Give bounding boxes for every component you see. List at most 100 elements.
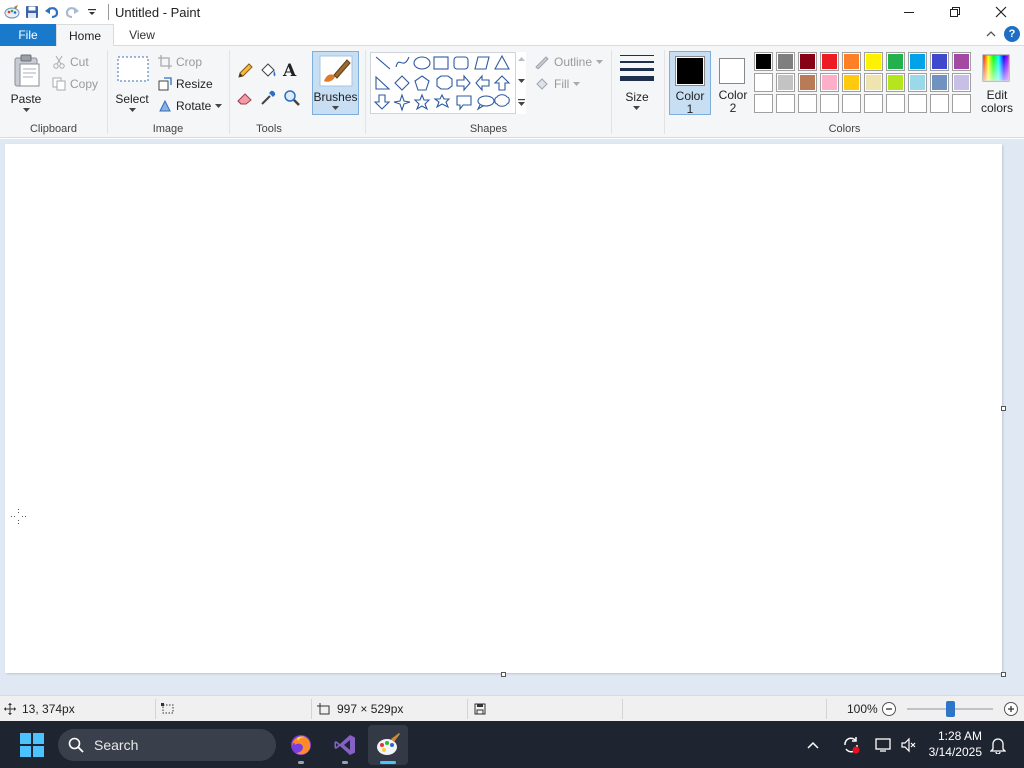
taskbar-paint[interactable] [368, 725, 408, 765]
palette-swatch[interactable] [864, 73, 883, 92]
palette-swatch[interactable] [820, 52, 839, 71]
edit-colors-button[interactable]: Edit colors [975, 51, 1019, 115]
swatch-fill [888, 75, 903, 90]
palette-swatch[interactable] [886, 94, 905, 113]
scroll-down-icon[interactable] [518, 79, 525, 84]
palette-swatch[interactable] [798, 52, 817, 71]
size-button[interactable]: Size [616, 50, 658, 116]
palette-swatch[interactable] [754, 52, 773, 71]
minimize-button[interactable] [886, 0, 932, 24]
palette-swatch[interactable] [930, 94, 949, 113]
color2-button[interactable]: Color 2 [713, 51, 753, 115]
network-icon[interactable] [867, 737, 899, 753]
pencil-icon[interactable] [236, 62, 254, 83]
chevron-up-icon[interactable] [803, 741, 823, 749]
palette-swatch[interactable] [930, 73, 949, 92]
color1-label-line1: Color [675, 89, 705, 103]
tools-group: A Tools [230, 46, 308, 138]
customize-qat-icon[interactable] [82, 2, 102, 22]
taskbar-search[interactable]: Search [58, 729, 276, 761]
text-tool-icon[interactable]: A [283, 61, 296, 81]
resize-handle-bottom[interactable] [501, 672, 506, 677]
restore-button[interactable] [932, 0, 978, 24]
swatch-fill [866, 96, 881, 111]
palette-swatch[interactable] [886, 52, 905, 71]
palette-swatch[interactable] [820, 94, 839, 113]
palette-swatch[interactable] [798, 73, 817, 92]
palette-swatch[interactable] [864, 94, 883, 113]
eraser-icon[interactable] [236, 89, 254, 110]
fill-bucket-icon[interactable] [259, 62, 277, 83]
drawing-canvas[interactable] [5, 144, 1002, 673]
sync-icon[interactable] [835, 736, 867, 754]
save-icon[interactable] [22, 2, 42, 22]
volume-muted-icon[interactable] [899, 737, 919, 753]
close-button[interactable] [978, 0, 1024, 24]
resize-button[interactable]: Resize [158, 74, 213, 94]
taskbar-clock[interactable]: 1:28 AM 3/14/2025 [929, 728, 982, 760]
title-bar: Untitled - Paint [0, 0, 1024, 24]
paste-button[interactable]: Paste [4, 50, 48, 116]
tools-group-label: Tools [256, 123, 282, 135]
swatch-fill [932, 75, 947, 90]
outline-button[interactable]: Outline [534, 52, 604, 72]
copy-button[interactable]: Copy [52, 74, 98, 94]
taskbar-firefox[interactable] [281, 725, 321, 765]
color1-button[interactable]: Color 1 [669, 51, 711, 116]
palette-swatch[interactable] [908, 73, 927, 92]
resize-handle-corner[interactable] [1001, 672, 1006, 677]
palette-swatch[interactable] [754, 73, 773, 92]
palette-swatch[interactable] [798, 94, 817, 113]
expand-gallery-icon[interactable] [518, 99, 525, 106]
tab-view[interactable]: View [116, 24, 168, 46]
palette-swatch[interactable] [864, 52, 883, 71]
color-picker-icon[interactable] [259, 89, 277, 110]
ribbon-tabs: File Home View ? [0, 24, 1024, 47]
cut-button[interactable]: Cut [52, 52, 89, 72]
resize-handle-right[interactable] [1001, 406, 1006, 411]
palette-swatch[interactable] [776, 52, 795, 71]
zoom-out-icon[interactable] [881, 696, 897, 722]
tab-file[interactable]: File [0, 24, 56, 46]
palette-swatch[interactable] [842, 52, 861, 71]
paint-app-icon[interactable] [2, 2, 22, 22]
palette-swatch[interactable] [952, 73, 971, 92]
tab-home[interactable]: Home [56, 24, 114, 47]
magnifier-icon[interactable] [283, 89, 301, 110]
palette-swatch[interactable] [776, 94, 795, 113]
undo-icon[interactable] [42, 2, 62, 22]
notification-bell-icon[interactable] [989, 736, 1007, 757]
palette-swatch[interactable] [776, 73, 795, 92]
minimize-ribbon-icon[interactable] [986, 27, 996, 41]
shapes-gallery [370, 52, 526, 114]
zoom-slider-thumb[interactable] [945, 701, 955, 717]
rotate-button[interactable]: Rotate [158, 96, 223, 116]
palette-swatch[interactable] [842, 94, 861, 113]
zoom-in-icon[interactable] [1003, 696, 1019, 722]
crop-button[interactable]: Crop [158, 52, 202, 72]
shapes-gallery-icons[interactable] [371, 53, 527, 115]
palette-swatch[interactable] [952, 52, 971, 71]
palette-swatch[interactable] [908, 52, 927, 71]
shapes-scrollbar[interactable] [515, 52, 526, 114]
selection-size [161, 696, 175, 722]
scroll-up-icon[interactable] [518, 57, 525, 62]
brushes-button[interactable]: Brushes [312, 51, 359, 115]
palette-swatch[interactable] [754, 94, 773, 113]
select-button[interactable]: Select [112, 50, 152, 116]
fill-button[interactable]: Fill [534, 74, 581, 94]
windows-start-icon[interactable] [20, 733, 44, 760]
palette-swatch[interactable] [820, 73, 839, 92]
redo-icon[interactable] [62, 2, 82, 22]
palette-swatch[interactable] [952, 94, 971, 113]
palette-swatch[interactable] [842, 73, 861, 92]
palette-swatch[interactable] [930, 52, 949, 71]
taskbar-visual-studio[interactable] [325, 725, 365, 765]
color-spectrum-icon [982, 54, 1010, 82]
help-icon[interactable]: ? [1004, 26, 1020, 42]
palette-swatch[interactable] [886, 73, 905, 92]
color2-label-line1: Color [718, 88, 748, 102]
palette-swatch[interactable] [908, 94, 927, 113]
selection-size-icon [161, 703, 174, 714]
resize-label: Resize [176, 77, 213, 91]
